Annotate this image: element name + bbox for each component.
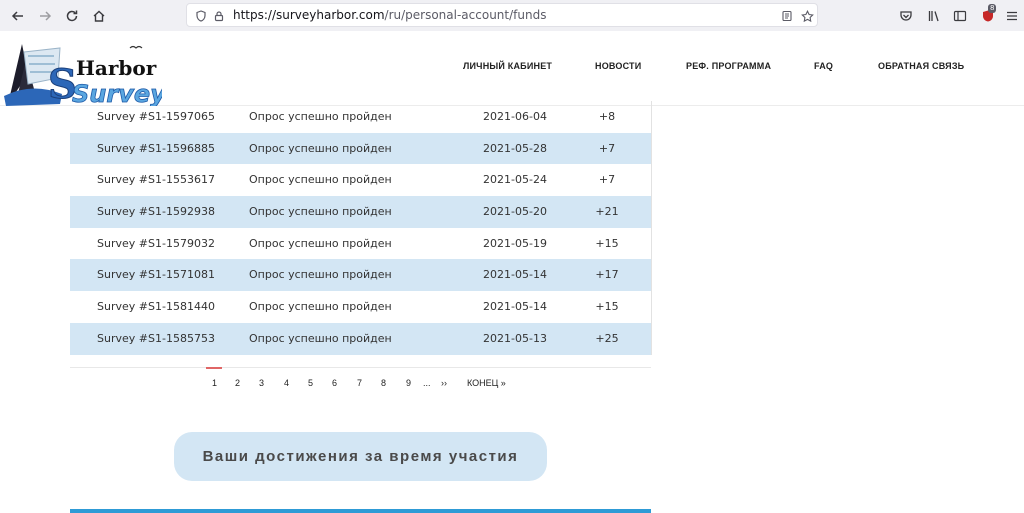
survey-status: Опрос успешно пройден	[249, 141, 392, 155]
achievements-title: Ваши достижения за время участия	[202, 448, 519, 465]
survey-status: Опрос успешно пройден	[249, 110, 392, 123]
survey-date: 2021-05-14	[483, 268, 547, 282]
page-link-2[interactable]: 2	[235, 378, 240, 388]
tracking-shield-icon[interactable]	[193, 8, 209, 24]
survey-id: Survey #S1-1585753	[97, 331, 215, 345]
survey-date: 2021-05-13	[483, 331, 547, 345]
active-page-indicator	[206, 367, 222, 369]
page-link-5[interactable]: 5	[308, 378, 313, 388]
ublock-extension-icon[interactable]: 8	[978, 4, 998, 26]
survey-status: Опрос успешно пройден	[249, 236, 392, 250]
survey-id: Survey #S1-1571081	[97, 268, 215, 282]
survey-date: 2021-05-14	[483, 300, 547, 314]
page-link-8[interactable]: 8	[381, 378, 386, 388]
browser-toolbar: https://surveyharbor.com/ru/personal-acc…	[0, 0, 1024, 32]
survey-points: +25	[595, 331, 619, 345]
page-link-6[interactable]: 6	[332, 378, 337, 388]
survey-id: Survey #S1-1592938	[97, 205, 215, 219]
nav-referral-program[interactable]: РЕФ. ПРОГРАММА	[686, 61, 771, 71]
survey-id: Survey #S1-1596885	[97, 141, 215, 155]
page-link-1[interactable]: 1	[212, 378, 217, 388]
funds-table: Survey #S1-1597065 Опрос успешно пройден…	[70, 101, 652, 355]
back-arrow-icon[interactable]	[8, 6, 28, 26]
survey-id: Survey #S1-1579032	[97, 236, 215, 250]
pocket-icon[interactable]	[896, 6, 916, 26]
page-ellipsis: ...	[423, 378, 431, 388]
survey-points: +21	[595, 205, 619, 219]
next-page-link[interactable]: ››	[441, 378, 447, 388]
survey-points: +15	[595, 236, 619, 250]
table-row: Survey #S1-1571081 Опрос успешно пройден…	[70, 259, 651, 292]
url-host: https://surveyharbor.com	[233, 8, 385, 22]
survey-status: Опрос успешно пройден	[249, 331, 392, 345]
survey-status: Опрос успешно пройден	[249, 205, 392, 219]
table-row: Survey #S1-1596885 Опрос успешно пройден…	[70, 132, 651, 165]
survey-status: Опрос успешно пройден	[249, 268, 392, 282]
page-link-3[interactable]: 3	[259, 378, 264, 388]
survey-date: 2021-05-24	[483, 173, 547, 187]
last-page-link[interactable]: КОНЕЦ »	[467, 378, 506, 388]
survey-points: +15	[595, 300, 619, 314]
bookmark-star-icon[interactable]	[799, 8, 815, 24]
survey-date: 2021-05-28	[483, 141, 547, 155]
survey-id: Survey #S1-1553617	[97, 173, 215, 187]
survey-status: Опрос успешно пройден	[249, 173, 392, 187]
reader-view-icon[interactable]	[779, 8, 795, 24]
survey-date: 2021-05-19	[483, 236, 547, 250]
table-row: Survey #S1-1553617 Опрос успешно пройден…	[70, 164, 651, 196]
nav-personal-account[interactable]: ЛИЧНЫЙ КАБИНЕТ	[463, 61, 552, 71]
url-text[interactable]: https://surveyharbor.com/ru/personal-acc…	[233, 8, 546, 22]
survey-points: +17	[595, 268, 619, 282]
address-bar[interactable]: https://surveyharbor.com/ru/personal-acc…	[186, 3, 818, 27]
survey-points: +7	[598, 141, 616, 155]
achievements-heading: Ваши достижения за время участия	[174, 432, 547, 481]
page-link-4[interactable]: 4	[284, 378, 289, 388]
svg-text:Harbor: Harbor	[76, 56, 157, 80]
table-row: Survey #S1-1592938 Опрос успешно пройден…	[70, 196, 651, 228]
survey-date: 2021-06-04	[483, 110, 547, 123]
sidebar-icon[interactable]	[950, 6, 970, 26]
library-icon[interactable]	[924, 6, 944, 26]
table-row: Survey #S1-1579032 Опрос успешно пройден…	[70, 228, 651, 260]
nav-faq[interactable]: FAQ	[814, 61, 833, 71]
table-row: Survey #S1-1585753 Опрос успешно пройден…	[70, 322, 651, 355]
table-row: Survey #S1-1597065 Опрос успешно пройден…	[70, 101, 651, 133]
nav-feedback[interactable]: ОБРАТНАЯ СВЯЗЬ	[878, 61, 964, 71]
survey-id: Survey #S1-1581440	[97, 300, 215, 314]
survey-points: +7	[598, 173, 616, 187]
forward-arrow-icon[interactable]	[35, 6, 55, 26]
page-link-7[interactable]: 7	[357, 378, 362, 388]
nav-news[interactable]: НОВОСТИ	[595, 61, 641, 71]
lock-icon[interactable]	[211, 8, 227, 24]
pagination: 1 2 3 4 5 6 7 8 9 ... ›› КОНЕЦ »	[70, 367, 651, 400]
site-header: S Harbor Survey ЛИЧНЫЙ КАБИНЕТ НОВОСТИ Р…	[0, 31, 1024, 109]
home-icon[interactable]	[89, 6, 109, 26]
survey-id: Survey #S1-1597065	[97, 110, 215, 123]
site-logo[interactable]: S Harbor Survey	[2, 34, 168, 109]
table-row: Survey #S1-1581440 Опрос успешно пройден…	[70, 291, 651, 323]
url-path: /ru/personal-account/funds	[384, 8, 547, 22]
logo-word-top: Harbor	[76, 56, 157, 80]
section-divider	[70, 509, 651, 513]
survey-status: Опрос успешно пройден	[249, 300, 392, 314]
menu-icon[interactable]	[1002, 6, 1022, 26]
survey-date: 2021-05-20	[483, 205, 547, 219]
page-link-9[interactable]: 9	[406, 378, 411, 388]
extension-badge: 8	[988, 4, 997, 13]
reload-icon[interactable]	[62, 6, 82, 26]
survey-points: +8	[598, 110, 616, 123]
